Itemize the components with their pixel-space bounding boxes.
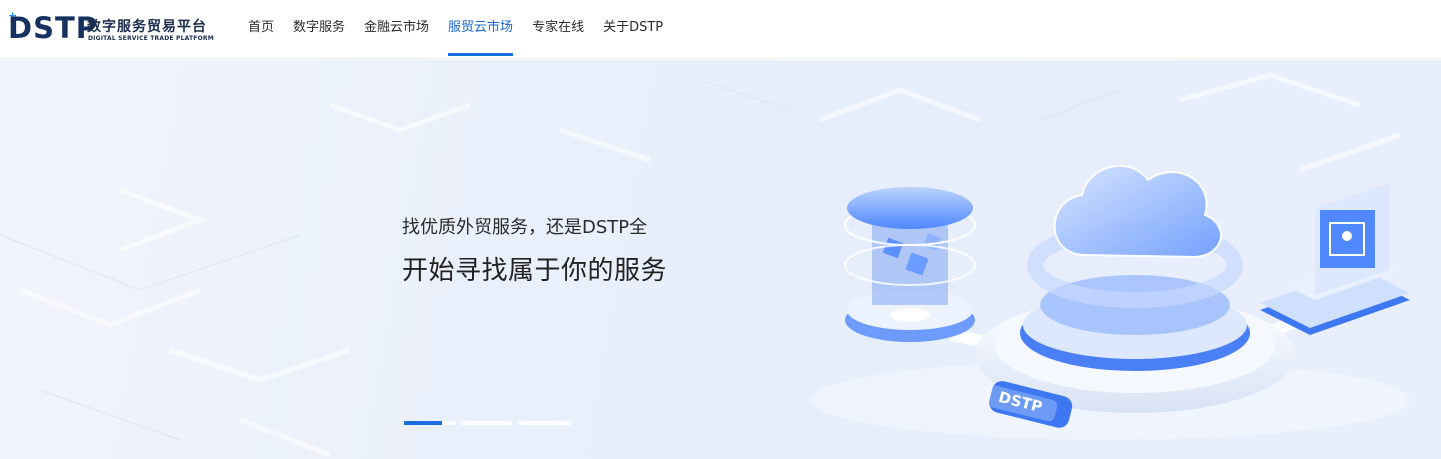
hero-headline-line-2: 开始寻找属于你的服务	[402, 256, 668, 286]
carousel-progress-fill	[404, 421, 442, 425]
logo-name-en: DIGITAL SERVICE TRADE PLATFORM	[88, 35, 214, 42]
carousel-indicator[interactable]	[404, 421, 455, 425]
logo-mark: DSTP	[8, 11, 98, 45]
nav-item-about-dstp[interactable]: 关于DSTP	[603, 0, 663, 59]
cloud-platform-illustration: DSTP	[844, 164, 1410, 428]
nav-item-finance-cloud-market[interactable]: 金融云市场	[364, 0, 429, 59]
carousel-indicator[interactable]	[461, 421, 512, 425]
top-nav-bar: + DSTP 数字服务贸易平台 DIGITAL SERVICE TRADE PL…	[0, 0, 1441, 59]
id-card-icon	[1260, 183, 1410, 335]
nav-item-home[interactable]: 首页	[248, 0, 274, 59]
nav-item-trade-cloud-market[interactable]: 服贸云市场	[448, 0, 514, 59]
carousel-indicator[interactable]	[518, 421, 571, 425]
nav-item-experts-online[interactable]: 专家在线	[532, 0, 584, 59]
hero-headline-line-1: 找优质外贸服务，还是DSTP全	[402, 217, 648, 238]
database-stack-icon	[844, 187, 976, 342]
dstp-logo[interactable]: + DSTP 数字服务贸易平台 DIGITAL SERVICE TRADE PL…	[8, 9, 214, 46]
hero-banner[interactable]: DSTP 找优质外贸服务，还是DSTP全 开始寻找属于你的服务	[0, 60, 1441, 459]
nav-item-digital-services[interactable]: 数字服务	[293, 0, 345, 59]
main-nav: 首页 数字服务 金融云市场 服贸云市场 专家在线 关于DSTP	[248, 0, 682, 59]
logo-name-cn: 数字服务贸易平台	[87, 19, 207, 35]
